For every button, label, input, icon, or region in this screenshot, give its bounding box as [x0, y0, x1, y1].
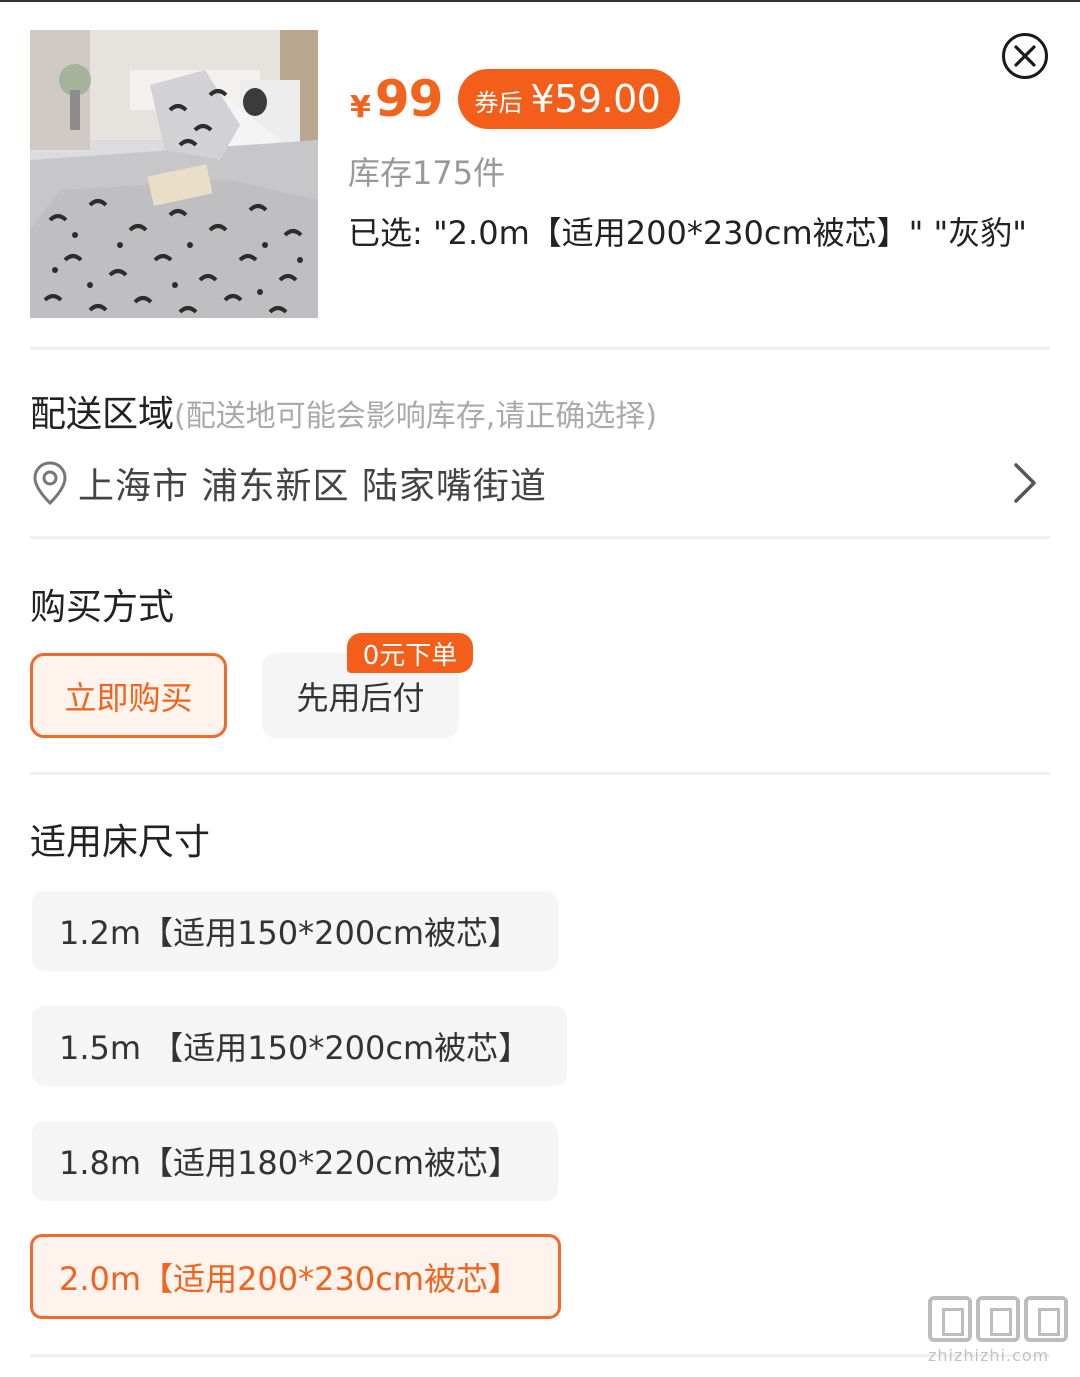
size-option-selected[interactable]: 2.0m【适用200*230cm被芯】 — [30, 1234, 561, 1319]
purchase-mode-title: 购买方式 — [30, 587, 175, 628]
coupon-label: 券后 — [474, 89, 523, 117]
currency-symbol: ¥ — [350, 89, 371, 125]
divider — [30, 772, 1050, 775]
zero-down-badge: 0元下单 — [347, 633, 473, 673]
watermark-logo — [928, 1296, 1074, 1342]
delivery-area-title: 配送区域(配送地可能会影响库存,请正确选择) — [30, 385, 657, 437]
divider — [30, 347, 1050, 350]
close-circle-icon — [1014, 45, 1036, 67]
coupon-price: ¥59.00 — [530, 77, 661, 121]
bed-size-title: 适用床尺寸 — [30, 822, 211, 863]
size-option[interactable]: 1.5m 【适用150*200cm被芯】 — [32, 1006, 567, 1086]
bedding-leopard-print-photo — [30, 30, 318, 318]
site-watermark: zhizhizhi.com — [928, 1296, 1074, 1365]
stock-count: 库存175件 — [348, 154, 506, 192]
buy-now-option[interactable]: 立即购买 — [30, 653, 227, 738]
size-option[interactable]: 1.2m【适用150*200cm被芯】 — [32, 891, 558, 971]
watermark-text: zhizhizhi.com — [928, 1346, 1050, 1365]
divider — [30, 1354, 1050, 1357]
close-button[interactable] — [1002, 33, 1048, 79]
delivery-address: 上海市 浦东新区 陆家嘴街道 — [78, 466, 547, 507]
delivery-address-selector[interactable]: 上海市 浦东新区 陆家嘴街道 — [30, 455, 1050, 511]
divider — [30, 536, 1050, 539]
coupon-price-badge: 券后 ¥59.00 — [458, 69, 681, 129]
delivery-area-label: 配送区域 — [30, 394, 175, 435]
location-pin-icon — [30, 457, 70, 509]
delivery-area-hint: (配送地可能会影响库存,请正确选择) — [174, 399, 657, 434]
product-price: 99 — [374, 70, 444, 128]
size-option[interactable]: 1.8m【适用180*220cm被芯】 — [32, 1121, 558, 1201]
selected-variant-text: 已选: "2.0m【适用200*230cm被芯】" "灰豹" — [348, 214, 1027, 252]
top-edge-line — [0, 0, 1080, 2]
chevron-right-icon — [1014, 463, 1036, 503]
price-row: ¥ 99 券后 ¥59.00 — [350, 68, 681, 130]
product-image[interactable] — [30, 30, 318, 318]
